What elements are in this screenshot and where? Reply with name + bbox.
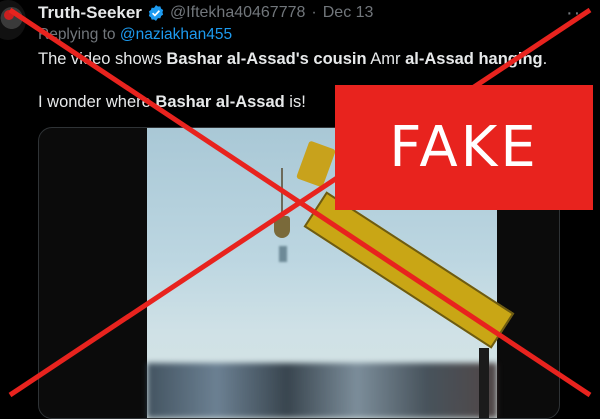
replying-to: Replying to @naziakhan455 bbox=[38, 26, 232, 44]
more-options-icon[interactable]: ··· bbox=[566, 2, 589, 25]
crane-rope bbox=[281, 168, 283, 218]
bold-segment: Bashar al-Assad bbox=[155, 93, 285, 111]
mention-link[interactable]: @naziakhan455 bbox=[120, 26, 232, 43]
user-handle[interactable]: @Iftekha40467778 bbox=[170, 4, 305, 22]
tweet-text-line-1: The video shows Bashar al-Assad's cousin… bbox=[38, 50, 547, 69]
avatar[interactable] bbox=[0, 0, 26, 40]
hanging-figure bbox=[279, 246, 287, 262]
crowd-blur bbox=[147, 363, 497, 418]
crane-hook bbox=[274, 216, 290, 238]
separator-dot: · bbox=[311, 4, 317, 21]
crane-arm bbox=[303, 191, 515, 349]
fake-stamp: FAKE bbox=[335, 85, 593, 210]
bold-segment: Bashar al-Assad's cousin bbox=[166, 50, 367, 68]
replying-prefix: Replying to bbox=[38, 26, 120, 43]
display-name[interactable]: Truth-Seeker bbox=[38, 3, 142, 23]
bold-segment: al-Assad hanging bbox=[405, 50, 543, 68]
text-segment: The video shows bbox=[38, 50, 167, 68]
fake-label: FAKE bbox=[389, 115, 539, 180]
text-segment: I wonder where bbox=[38, 93, 156, 111]
avatar-detail bbox=[4, 10, 14, 20]
text-segment: Amr bbox=[366, 50, 406, 68]
tweet-header: Truth-Seeker @Iftekha40467778 · Dec 13 bbox=[38, 2, 373, 24]
tweet-text-line-2: I wonder where Bashar al-Assad is! bbox=[38, 93, 306, 112]
text-segment: . bbox=[542, 50, 548, 68]
frame-edge-object bbox=[479, 348, 489, 418]
timestamp[interactable]: Dec 13 bbox=[323, 4, 374, 22]
verified-badge-icon bbox=[147, 4, 165, 22]
crane-head bbox=[296, 140, 336, 188]
text-segment: is! bbox=[284, 93, 306, 111]
